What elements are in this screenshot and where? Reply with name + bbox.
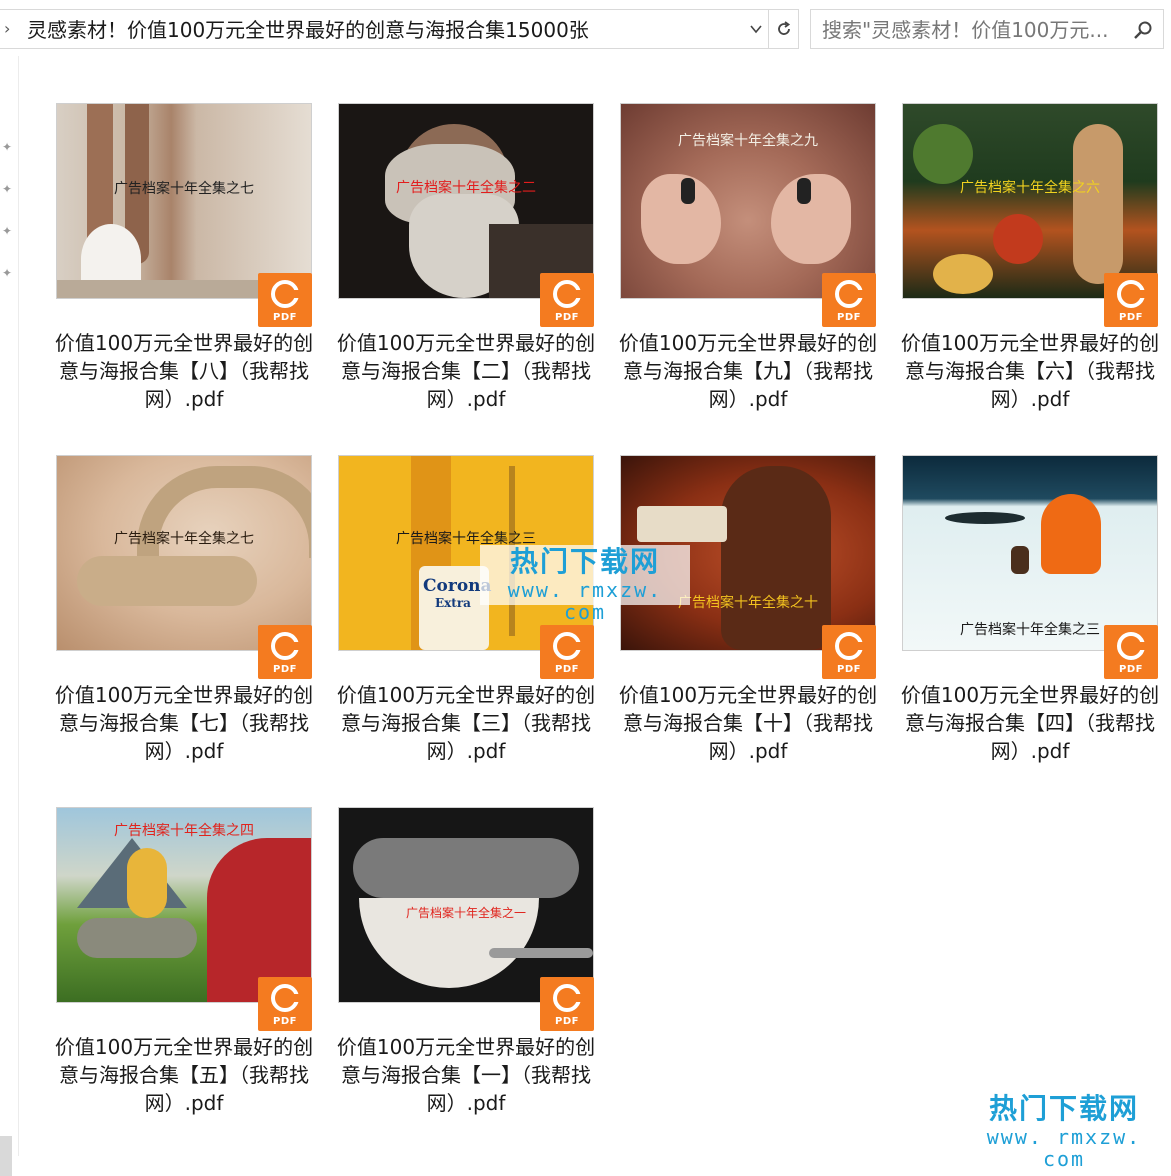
file-thumbnail: 广告档案十年全集之四 (56, 807, 312, 1003)
watermark-title: 热门下载网 (988, 1092, 1139, 1125)
search-input[interactable]: 搜索"灵感素材！价值100万元... (822, 17, 1122, 43)
file-item[interactable]: 广告档案十年全集之七 PDF 价值100万元全世界最好的创意与海报合集【八】（我… (55, 103, 313, 423)
thumbnail-caption: 广告档案十年全集之四 (114, 823, 254, 839)
watermark: 热门下载网 www. rmxzw. com (480, 545, 690, 623)
address-bar[interactable]: › 灵感素材！价值100万元全世界最好的创意与海报合集15000张 (0, 9, 769, 49)
thumbnail-caption: 广告档案十年全集之九 (678, 133, 818, 149)
refresh-icon (777, 21, 790, 35)
file-item[interactable]: 广告档案十年全集之六 PDF 价值100万元全世界最好的创意与海报合集【六】（我… (901, 103, 1159, 423)
file-thumbnail: 广告档案十年全集之二 (338, 103, 594, 299)
thumbnail-caption: 广告档案十年全集之二 (396, 180, 536, 196)
file-thumbnail: 广告档案十年全集之七 (56, 455, 312, 651)
watermark: 热门下载网 www. rmxzw. com (962, 1092, 1166, 1170)
file-name[interactable]: 价值100万元全世界最好的创意与海报合集【三】（我帮找网）.pdf (334, 681, 598, 765)
address-path[interactable]: 灵感素材！价值100万元全世界最好的创意与海报合集15000张 (27, 17, 589, 43)
file-thumbnail: 广告档案十年全集之三 (902, 455, 1158, 651)
pdf-file-icon: PDF (540, 625, 594, 679)
file-item[interactable]: 广告档案十年全集之二 PDF 价值100万元全世界最好的创意与海报合集【二】（我… (337, 103, 595, 423)
pin-icon[interactable]: ✦ (2, 140, 12, 154)
toolbar: › 灵感素材！价值100万元全世界最好的创意与海报合集15000张 搜索"灵感素… (0, 0, 1171, 56)
pdf-file-icon: PDF (258, 977, 312, 1031)
file-item[interactable]: 广告档案十年全集之一 PDF 价值100万元全世界最好的创意与海报合集【一】（我… (337, 807, 595, 1127)
pdf-file-icon: PDF (258, 625, 312, 679)
file-thumbnail: 广告档案十年全集之九 (620, 103, 876, 299)
file-thumbnail: 广告档案十年全集之一 (338, 807, 594, 1003)
file-item[interactable]: 广告档案十年全集之七 PDF 价值100万元全世界最好的创意与海报合集【七】（我… (55, 455, 313, 775)
file-thumbnail: 广告档案十年全集之七 (56, 103, 312, 299)
pin-icon[interactable]: ✦ (2, 224, 12, 238)
thumbnail-caption: 广告档案十年全集之七 (114, 531, 254, 547)
pdf-file-icon: PDF (1104, 273, 1158, 327)
pdf-file-icon: PDF (822, 625, 876, 679)
file-item[interactable]: 广告档案十年全集之三 PDF 价值100万元全世界最好的创意与海报合集【四】（我… (901, 455, 1159, 775)
thumbnail-caption: 广告档案十年全集之七 (114, 181, 254, 197)
watermark-url: www. rmxzw. com (986, 1125, 1142, 1171)
file-item[interactable]: 广告档案十年全集之四 PDF 价值100万元全世界最好的创意与海报合集【五】（我… (55, 807, 313, 1127)
chevron-down-icon[interactable] (748, 19, 764, 39)
file-name[interactable]: 价值100万元全世界最好的创意与海报合集【一】（我帮找网）.pdf (334, 1033, 598, 1117)
refresh-button[interactable] (769, 9, 799, 49)
file-thumbnail: 广告档案十年全集之六 (902, 103, 1158, 299)
file-name[interactable]: 价值100万元全世界最好的创意与海报合集【八】（我帮找网）.pdf (52, 329, 316, 413)
search-box[interactable]: 搜索"灵感素材！价值100万元... (810, 9, 1164, 49)
file-name[interactable]: 价值100万元全世界最好的创意与海报合集【五】（我帮找网）.pdf (52, 1033, 316, 1117)
pdf-file-icon: PDF (258, 273, 312, 327)
thumbnail-caption: 广告档案十年全集之六 (960, 180, 1100, 196)
watermark-url: www. rmxzw. com (507, 578, 663, 624)
file-name[interactable]: 价值100万元全世界最好的创意与海报合集【九】（我帮找网）.pdf (616, 329, 880, 413)
pin-icon[interactable]: ✦ (2, 182, 12, 196)
thumbnail-caption: 广告档案十年全集之一 (405, 906, 526, 920)
file-name[interactable]: 价值100万元全世界最好的创意与海报合集【七】（我帮找网）.pdf (52, 681, 316, 765)
pdf-file-icon: PDF (540, 977, 594, 1031)
chevron-right-icon[interactable]: › (4, 20, 18, 38)
pin-icon[interactable]: ✦ (2, 266, 12, 280)
file-name[interactable]: 价值100万元全世界最好的创意与海报合集【十】（我帮找网）.pdf (616, 681, 880, 765)
file-name[interactable]: 价值100万元全世界最好的创意与海报合集【六】（我帮找网）.pdf (898, 329, 1162, 413)
file-name[interactable]: 价值100万元全世界最好的创意与海报合集【二】（我帮找网）.pdf (334, 329, 598, 413)
search-icon[interactable] (1133, 20, 1153, 40)
navigation-pane[interactable]: ✦ ✦ ✦ ✦ (0, 56, 19, 1176)
watermark-title: 热门下载网 (509, 545, 660, 578)
pdf-file-icon: PDF (1104, 625, 1158, 679)
file-name[interactable]: 价值100万元全世界最好的创意与海报合集【四】（我帮找网）.pdf (898, 681, 1162, 765)
file-item[interactable]: 广告档案十年全集之九 PDF 价值100万元全世界最好的创意与海报合集【九】（我… (619, 103, 877, 423)
pdf-file-icon: PDF (822, 273, 876, 327)
nav-scrollbar[interactable] (0, 1136, 12, 1176)
pdf-file-icon: PDF (540, 273, 594, 327)
